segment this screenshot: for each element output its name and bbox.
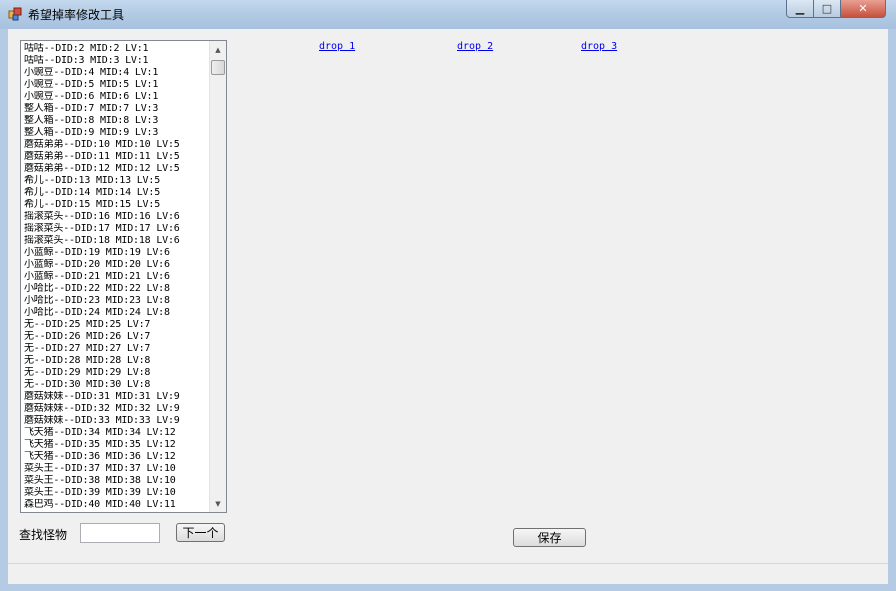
list-item[interactable]: 菜头王--DID:37 MID:37 LV:10 <box>24 463 209 475</box>
list-item[interactable]: 蘑菇弟弟--DID:12 MID:12 LV:5 <box>24 163 209 175</box>
list-item[interactable]: 小蓝鲸--DID:20 MID:20 LV:6 <box>24 259 209 271</box>
list-item[interactable]: 蘑菇弟弟--DID:10 MID:10 LV:5 <box>24 139 209 151</box>
drop3-link[interactable]: drop 3 <box>581 41 617 52</box>
next-button[interactable]: 下一个 <box>176 523 225 542</box>
client-area: 咕咕--DID:2 MID:2 LV:1 咕咕--DID:3 MID:3 LV:1… <box>8 29 888 584</box>
monster-list-items: 咕咕--DID:2 MID:2 LV:1 咕咕--DID:3 MID:3 LV:1… <box>24 43 209 511</box>
scroll-down-icon: ▼ <box>215 499 221 508</box>
scroll-thumb[interactable] <box>211 60 225 75</box>
list-item[interactable]: 蘑菇妹妹--DID:32 MID:32 LV:9 <box>24 403 209 415</box>
list-item[interactable]: 摇滚菜头--DID:16 MID:16 LV:6 <box>24 211 209 223</box>
list-item[interactable]: 无--DID:25 MID:25 LV:7 <box>24 319 209 331</box>
scroll-down-button[interactable]: ▼ <box>210 495 226 512</box>
list-item[interactable]: 飞天猪--DID:35 MID:35 LV:12 <box>24 439 209 451</box>
list-item[interactable]: 摇滚菜头--DID:17 MID:17 LV:6 <box>24 223 209 235</box>
list-item[interactable]: 整人箱--DID:7 MID:7 LV:3 <box>24 103 209 115</box>
list-item[interactable]: 小蓝鲸--DID:21 MID:21 LV:6 <box>24 271 209 283</box>
list-item[interactable]: 蘑菇妹妹--DID:31 MID:31 LV:9 <box>24 391 209 403</box>
maximize-button[interactable]: □ <box>813 0 841 18</box>
list-item[interactable]: 蘑菇妹妹--DID:33 MID:33 LV:9 <box>24 415 209 427</box>
window-frame-right <box>888 29 896 591</box>
list-item[interactable]: 小豌豆--DID:6 MID:6 LV:1 <box>24 91 209 103</box>
status-bar <box>8 563 888 584</box>
close-icon: ✕ <box>858 2 868 15</box>
list-item[interactable]: 飞天猪--DID:34 MID:34 LV:12 <box>24 427 209 439</box>
list-item[interactable]: 咕咕--DID:2 MID:2 LV:1 <box>24 43 209 55</box>
minimize-icon: ▁ <box>795 2 805 15</box>
search-input[interactable] <box>80 523 160 543</box>
scroll-up-icon: ▲ <box>215 45 221 54</box>
title-bar[interactable]: 希望掉率修改工具 ▁ □ ✕ <box>0 0 896 29</box>
list-item[interactable]: 摇滚菜头--DID:18 MID:18 LV:6 <box>24 235 209 247</box>
list-item[interactable]: 咕咕--DID:3 MID:3 LV:1 <box>24 55 209 67</box>
list-item[interactable]: 小蓝鲸--DID:19 MID:19 LV:6 <box>24 247 209 259</box>
list-item[interactable]: 小哈比--DID:24 MID:24 LV:8 <box>24 307 209 319</box>
save-button[interactable]: 保存 <box>513 528 586 547</box>
list-item[interactable]: 森巴鸡--DID:40 MID:40 LV:11 <box>24 499 209 511</box>
monster-listbox[interactable]: 咕咕--DID:2 MID:2 LV:1 咕咕--DID:3 MID:3 LV:1… <box>20 40 227 513</box>
list-item[interactable]: 蘑菇弟弟--DID:11 MID:11 LV:5 <box>24 151 209 163</box>
vertical-scrollbar[interactable]: ▲ ▼ <box>209 41 226 512</box>
window-frame-bottom <box>0 583 896 591</box>
list-item[interactable]: 菜头王--DID:38 MID:38 LV:10 <box>24 475 209 487</box>
app-icon <box>8 7 22 21</box>
list-item[interactable]: 整人箱--DID:8 MID:8 LV:3 <box>24 115 209 127</box>
list-item[interactable]: 无--DID:30 MID:30 LV:8 <box>24 379 209 391</box>
list-item[interactable]: 菜头王--DID:39 MID:39 LV:10 <box>24 487 209 499</box>
list-item[interactable]: 小豌豆--DID:4 MID:4 LV:1 <box>24 67 209 79</box>
list-item[interactable]: 希儿--DID:14 MID:14 LV:5 <box>24 187 209 199</box>
list-item[interactable]: 无--DID:29 MID:29 LV:8 <box>24 367 209 379</box>
list-item[interactable]: 希儿--DID:13 MID:13 LV:5 <box>24 175 209 187</box>
window-title: 希望掉率修改工具 <box>28 8 125 22</box>
maximize-icon: □ <box>821 2 833 15</box>
list-item[interactable]: 整人箱--DID:9 MID:9 LV:3 <box>24 127 209 139</box>
list-item[interactable]: 无--DID:27 MID:27 LV:7 <box>24 343 209 355</box>
list-item[interactable]: 希儿--DID:15 MID:15 LV:5 <box>24 199 209 211</box>
list-item[interactable]: 小哈比--DID:23 MID:23 LV:8 <box>24 295 209 307</box>
list-item[interactable]: 小哈比--DID:22 MID:22 LV:8 <box>24 283 209 295</box>
search-label: 查找怪物 <box>19 528 68 542</box>
drop1-link[interactable]: drop 1 <box>319 41 355 52</box>
scroll-up-button[interactable]: ▲ <box>210 41 226 58</box>
close-button[interactable]: ✕ <box>840 0 886 18</box>
drop2-link[interactable]: drop 2 <box>457 41 493 52</box>
list-item[interactable]: 无--DID:28 MID:28 LV:8 <box>24 355 209 367</box>
minimize-button[interactable]: ▁ <box>786 0 814 18</box>
window-frame-left <box>0 29 8 591</box>
list-item[interactable]: 小豌豆--DID:5 MID:5 LV:1 <box>24 79 209 91</box>
list-item[interactable]: 飞天猪--DID:36 MID:36 LV:12 <box>24 451 209 463</box>
list-item[interactable]: 无--DID:26 MID:26 LV:7 <box>24 331 209 343</box>
